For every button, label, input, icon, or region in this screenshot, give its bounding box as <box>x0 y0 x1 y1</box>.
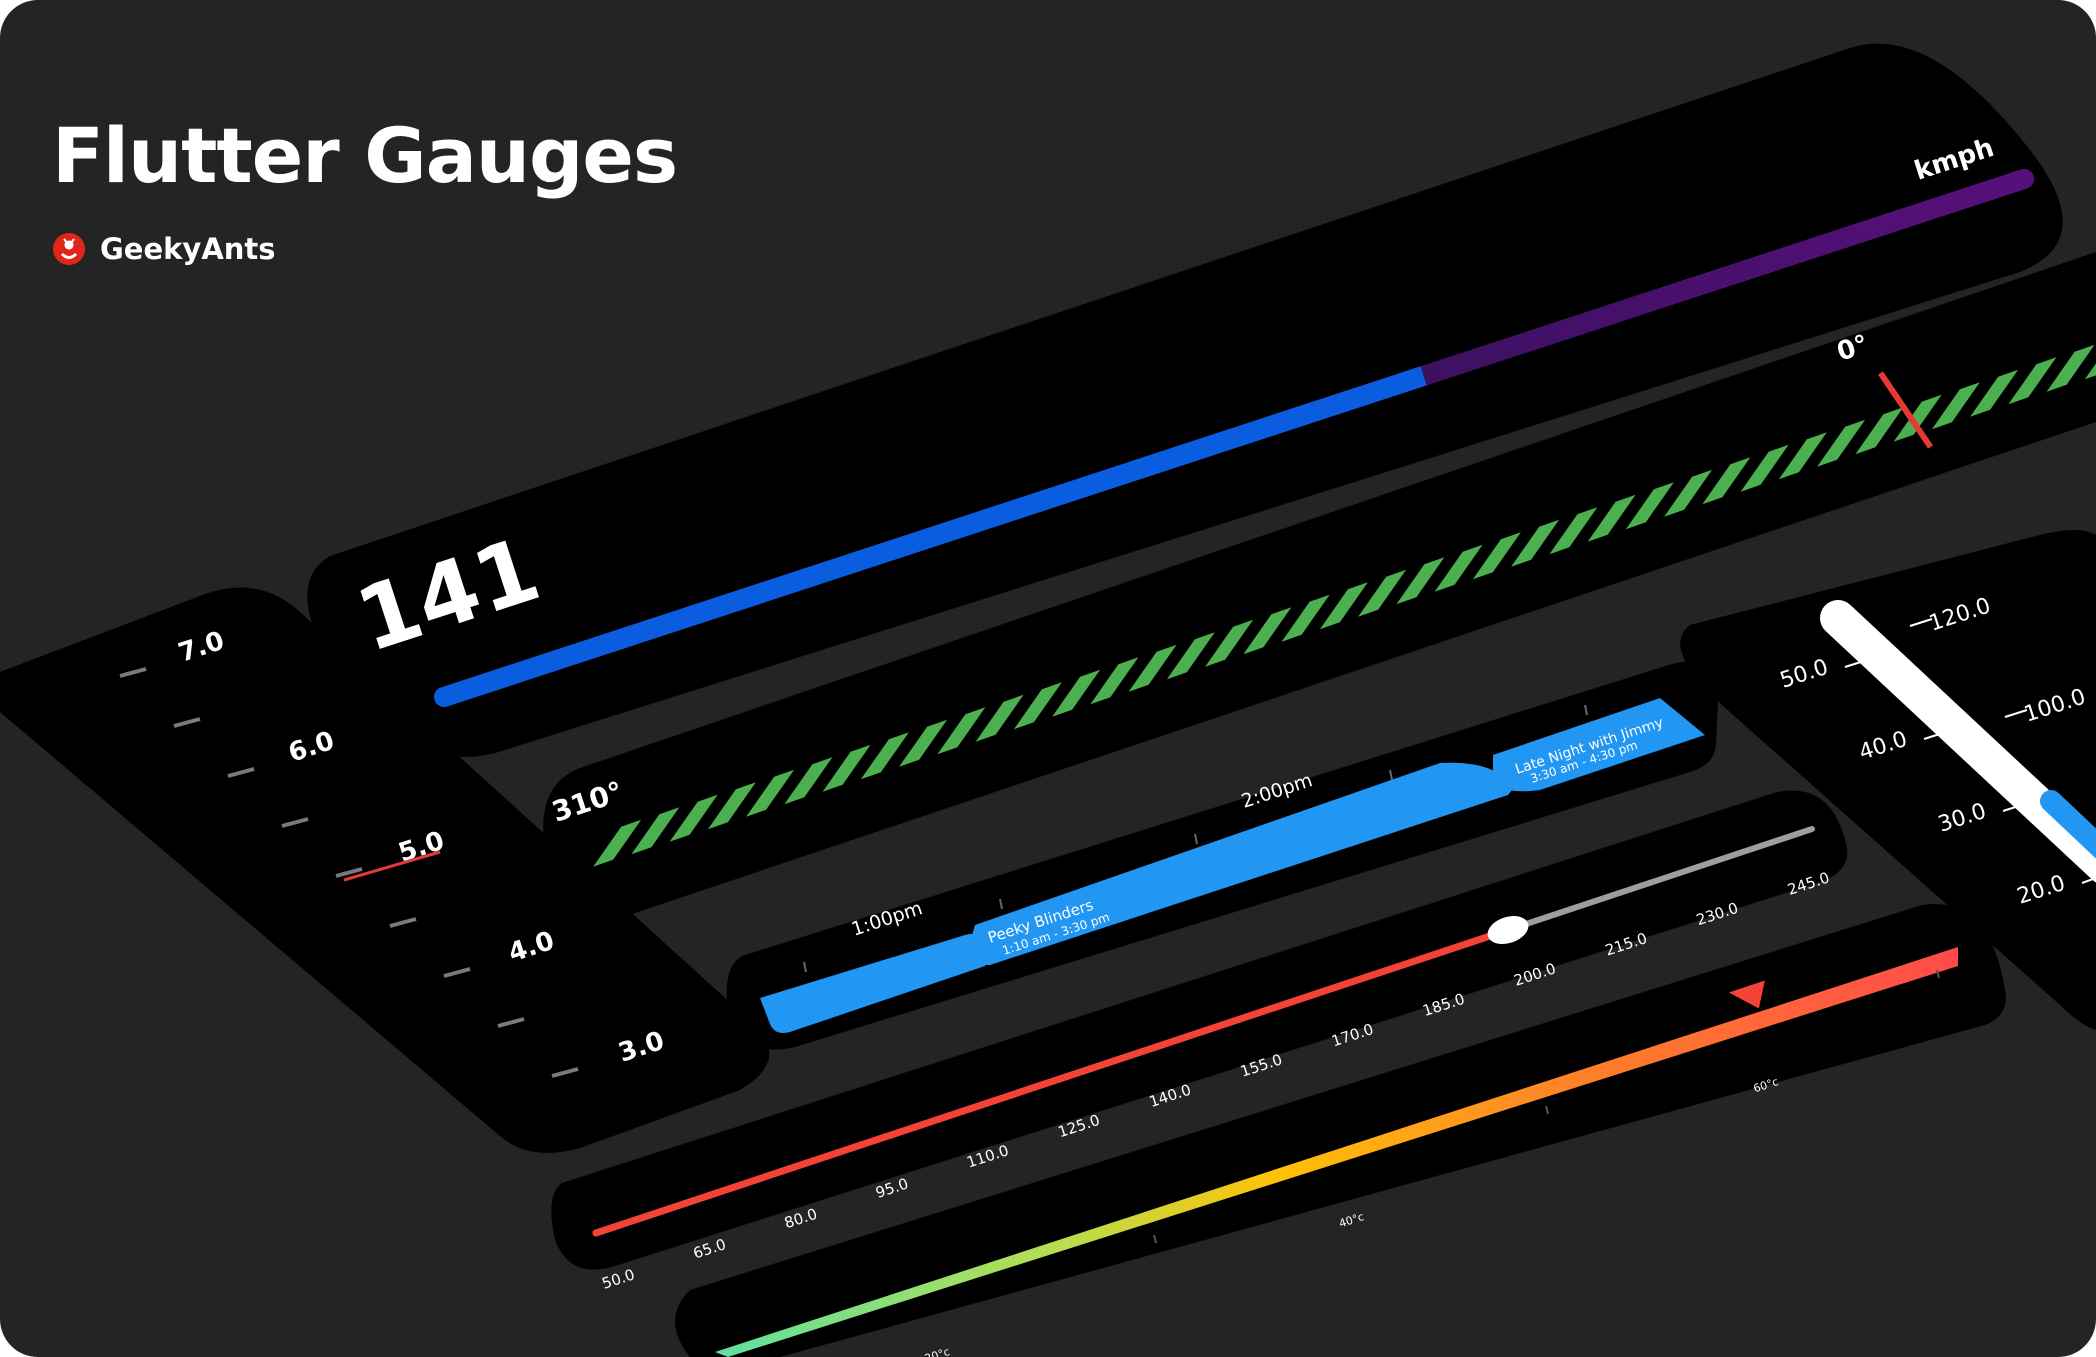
temperature-label: 20°c <box>923 1345 951 1357</box>
temperature-label: 40°c <box>1337 1210 1365 1230</box>
showcase-canvas: Flutter Gauges GeekyAnts 141 kmph 310° 0… <box>0 0 2096 1357</box>
range-slider-label: 50.0 <box>600 1265 637 1292</box>
gauges-scene: 141 kmph 310° 0° 7.06.05.04.03.0 1:00pm … <box>0 43 2096 1357</box>
